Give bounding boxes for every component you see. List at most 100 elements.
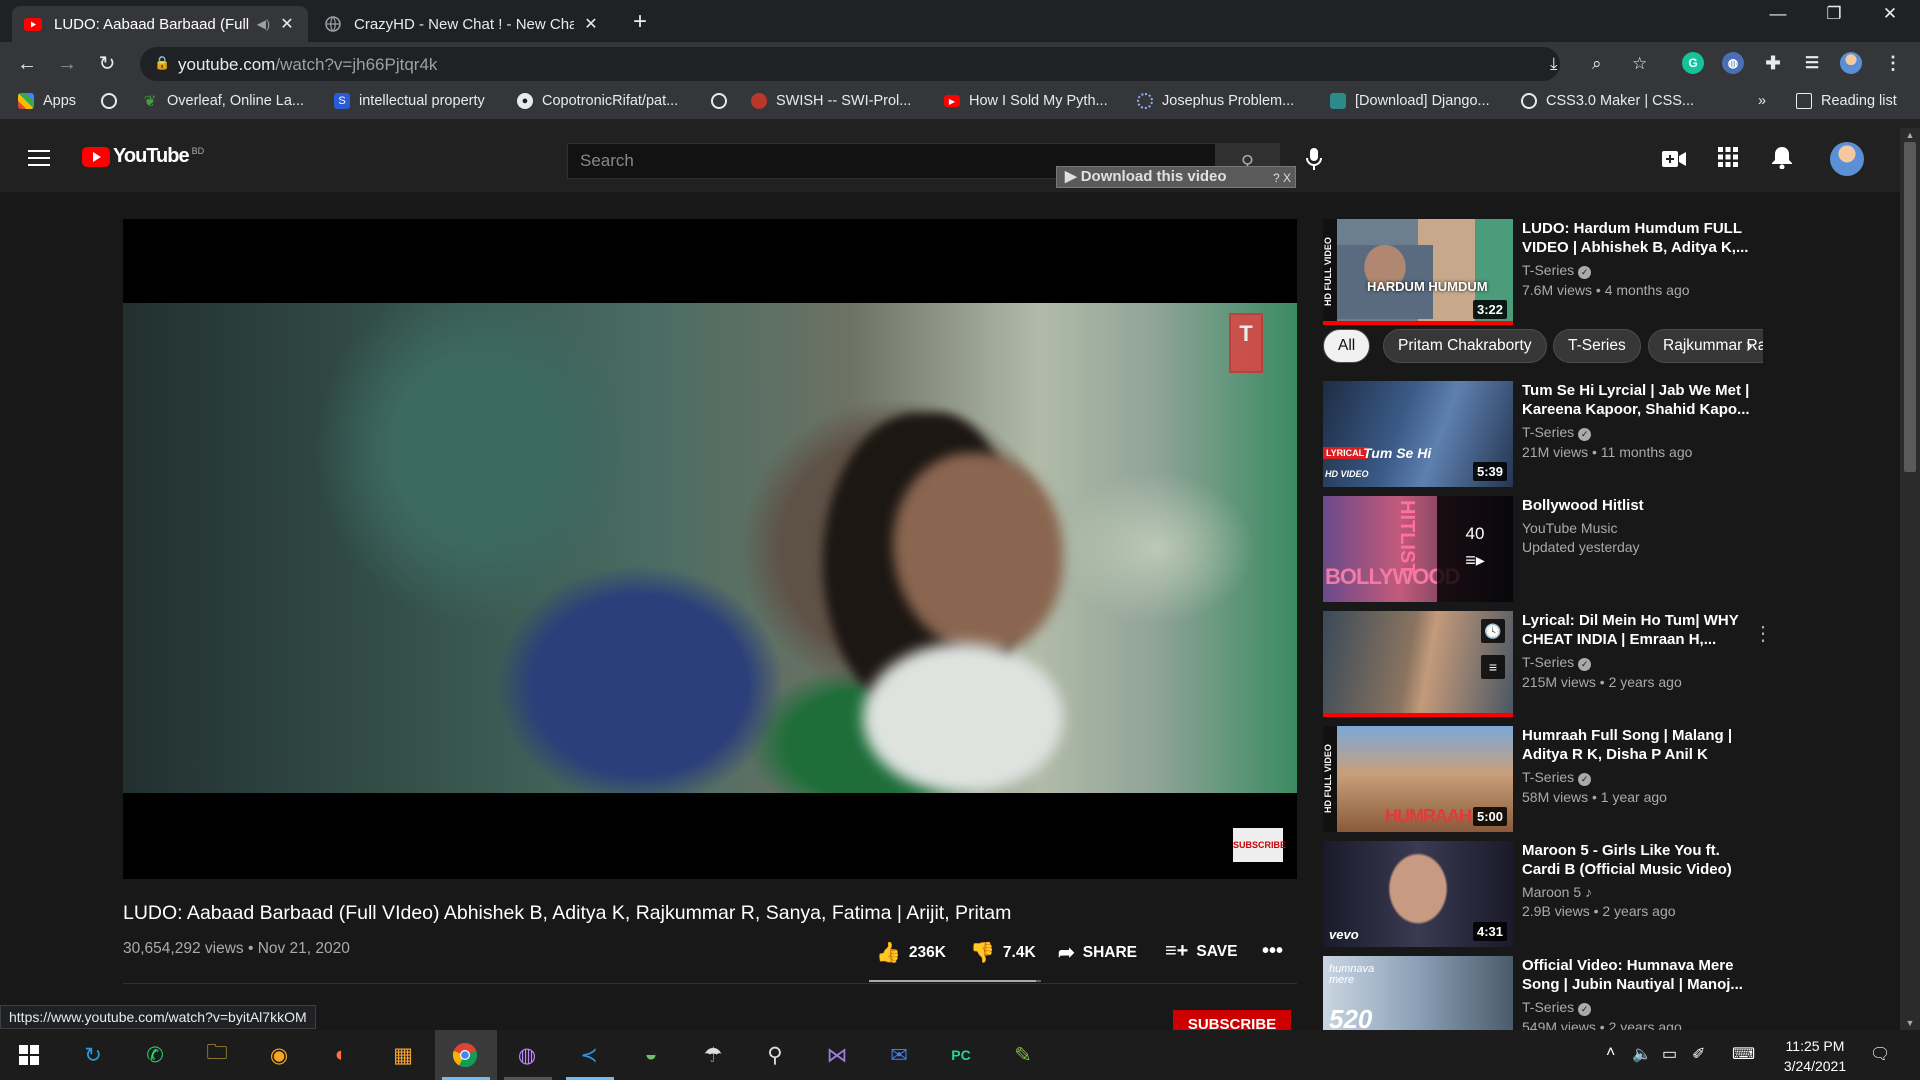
bookmark-star-icon[interactable]: ☆: [1632, 54, 1647, 74]
bookmark-josephus[interactable]: Josephus Problem...: [1137, 93, 1294, 109]
bookmark-swish[interactable]: SWISH -- SWI-Prol...: [751, 93, 911, 109]
video-frame[interactable]: T: [123, 303, 1297, 793]
install-icon[interactable]: ⤓: [1550, 54, 1558, 74]
chip-t-series[interactable]: T-Series: [1553, 329, 1641, 363]
share-button[interactable]: ➦ SHARE: [1058, 940, 1137, 965]
page-scrollbar[interactable]: ▲ ▼: [1900, 128, 1920, 1030]
chip-pritam-chakraborty[interactable]: Pritam Chakraborty: [1383, 329, 1547, 363]
bookmark-globe-2[interactable]: [711, 93, 736, 109]
channel-name[interactable]: YouTube Music: [1522, 520, 1752, 536]
channel-name[interactable]: T-Series ✓: [1522, 769, 1752, 786]
recommendation-title[interactable]: Bollywood Hitlist: [1522, 496, 1752, 515]
tab-youtube[interactable]: LUDO: Aabaad Barbaad (Full ◀) ✕: [12, 6, 308, 42]
recommendation-item[interactable]: LYRICAL Tum Se Hi HD VIDEO 5:39 Tum Se H…: [1323, 381, 1763, 487]
profile-avatar-icon[interactable]: [1840, 52, 1862, 74]
firefox-icon[interactable]: ◐: [324, 1038, 358, 1072]
bookmark-apps[interactable]: Apps: [18, 93, 76, 109]
notification-center-icon[interactable]: 🗨: [1870, 1044, 1890, 1064]
scrollbar-thumb[interactable]: [1904, 142, 1916, 472]
system-clock[interactable]: 11:25 PM 3/24/2021: [1770, 1036, 1860, 1076]
recommendation-title[interactable]: LUDO: Hardum Humdum FULL VIDEO | Abhishe…: [1522, 219, 1752, 257]
network-icon[interactable]: ▭: [1662, 1044, 1677, 1064]
address-bar[interactable]: 🔒 youtube.com/watch?v=jh66Pjtqr4k ⤓ ⌕ ☆: [140, 47, 1647, 81]
pycharm-icon[interactable]: PC: [944, 1038, 978, 1072]
volume-icon[interactable]: 🔈: [1632, 1044, 1652, 1064]
notepad-icon[interactable]: ✎: [1006, 1038, 1040, 1072]
maps-app-icon[interactable]: ◒: [634, 1038, 668, 1072]
channel-name[interactable]: Maroon 5 ♪: [1522, 884, 1752, 900]
chip-all[interactable]: All: [1323, 329, 1371, 363]
bookmark-overleaf[interactable]: ❦ Overleaf, Online La...: [142, 93, 304, 110]
recommendation-item[interactable]: HD FULL VIDEO HUMRAAH 5:00 Humraah Full …: [1323, 726, 1763, 832]
recommendation-title[interactable]: Lyrical: Dil Mein Ho Tum| WHY CHEAT INDI…: [1522, 611, 1752, 649]
bookmark-github[interactable]: ● CopotronicRifat/pat...: [517, 93, 678, 109]
recommendation-item[interactable]: HD FULL VIDEO HARDUM HUMDUM 3:22 LUDO: H…: [1323, 219, 1763, 325]
url-text[interactable]: youtube.com/watch?v=jh66Pjtqr4k: [178, 55, 437, 75]
minimize-icon[interactable]: —: [1758, 4, 1798, 24]
recommendation-item[interactable]: vevo 4:31 Maroon 5 - Girls Like You ft. …: [1323, 841, 1763, 947]
restore-icon[interactable]: ❐: [1814, 4, 1854, 24]
chrome-icon[interactable]: [448, 1038, 482, 1072]
video-thumbnail[interactable]: HD FULL VIDEO HARDUM HUMDUM 3:22: [1323, 219, 1513, 325]
channel-name[interactable]: T-Series ✓: [1522, 654, 1752, 671]
bookmark-intellectual-property[interactable]: S intellectual property: [334, 93, 485, 109]
watch-later-icon[interactable]: 🕓: [1481, 619, 1505, 643]
github-desktop-icon[interactable]: ◍: [510, 1038, 544, 1072]
recommendation-title[interactable]: Official Video: Humnava Mere Song | Jubi…: [1522, 956, 1752, 994]
extension-icon[interactable]: ◍: [1722, 52, 1744, 74]
chevron-right-icon[interactable]: ›: [1746, 335, 1753, 358]
satellite-app-icon[interactable]: ⚲: [758, 1038, 792, 1072]
youtube-logo[interactable]: YouTube BD: [82, 145, 204, 168]
download-video-banner[interactable]: ▶ Download this video ? X: [1056, 166, 1296, 188]
add-to-queue-icon[interactable]: ≡: [1481, 655, 1505, 679]
channel-name[interactable]: T-Series ✓: [1522, 999, 1752, 1016]
apps-icon[interactable]: [1715, 147, 1741, 173]
lock-icon[interactable]: 🔒: [154, 55, 170, 71]
bookmark-youtube[interactable]: ▶ How I Sold My Pyth...: [944, 93, 1108, 109]
photo-app-icon[interactable]: ▦: [386, 1038, 420, 1072]
video-thumbnail[interactable]: LYRICAL Tum Se Hi HD VIDEO 5:39: [1323, 381, 1513, 487]
menu-icon[interactable]: [28, 150, 50, 171]
tab-audio-icon[interactable]: ◀): [257, 17, 270, 31]
reading-list-button[interactable]: Reading list: [1796, 93, 1897, 109]
video-thumbnail[interactable]: vevo 4:31: [1323, 841, 1513, 947]
forward-icon[interactable]: →: [53, 50, 81, 78]
subscribe-watermark-button[interactable]: SUBSCRIBE: [1233, 828, 1286, 862]
keyboard-icon[interactable]: ⌨: [1732, 1044, 1755, 1064]
recommendation-item[interactable]: 🕓 ≡ Lyrical: Dil Mein Ho Tum| WHY CHEAT …: [1323, 611, 1773, 717]
messenger-icon[interactable]: ✉: [882, 1038, 916, 1072]
close-window-icon[interactable]: ✕: [1870, 4, 1910, 24]
new-tab-button[interactable]: +: [625, 8, 655, 36]
extensions-puzzle-icon[interactable]: ✚: [1762, 52, 1784, 74]
user-avatar[interactable]: [1830, 142, 1864, 176]
subscribe-button[interactable]: SUBSCRIBE: [1173, 1010, 1291, 1032]
tab-close-icon[interactable]: ✕: [582, 14, 600, 34]
app-icon[interactable]: ☂: [696, 1038, 730, 1072]
reload-icon[interactable]: ↻: [93, 50, 121, 78]
video-player[interactable]: T SUBSCRIBE: [123, 219, 1297, 879]
scroll-down-icon[interactable]: ▼: [1900, 1018, 1920, 1028]
media-control-icon[interactable]: ☰: [1801, 52, 1823, 74]
create-video-icon[interactable]: [1661, 147, 1687, 173]
grammarly-extension-icon[interactable]: G: [1682, 52, 1704, 74]
recommendation-item[interactable]: BOLLYWOOD HITLIST 40 ≡▸ Bollywood Hitlis…: [1323, 496, 1763, 602]
whatsapp-icon[interactable]: ✆: [138, 1038, 172, 1072]
bookmark-css3-maker[interactable]: CSS3.0 Maker | CSS...: [1521, 93, 1694, 109]
visual-studio-icon[interactable]: ⋈: [820, 1038, 854, 1072]
refresh-app-icon[interactable]: ↻: [76, 1038, 110, 1072]
channel-name[interactable]: T-Series ✓: [1522, 424, 1752, 441]
tray-expand-icon[interactable]: ˄: [1606, 1044, 1615, 1062]
like-button[interactable]: 👍 236K: [876, 940, 946, 965]
channel-name[interactable]: T-Series ✓: [1522, 262, 1752, 279]
chrome-menu-icon[interactable]: ⋮: [1882, 52, 1904, 74]
bookmark-globe[interactable]: [101, 93, 126, 109]
microphone-icon[interactable]: [1306, 148, 1322, 176]
video-thumbnail[interactable]: humnava mere 520: [1323, 956, 1513, 1030]
file-explorer-icon[interactable]: 🗀: [200, 1038, 234, 1072]
playlist-thumbnail[interactable]: BOLLYWOOD HITLIST 40 ≡▸: [1323, 496, 1513, 602]
video-thumbnail[interactable]: HD FULL VIDEO HUMRAAH 5:00: [1323, 726, 1513, 832]
vscode-icon[interactable]: ≺: [572, 1038, 606, 1072]
recommendation-item[interactable]: humnava mere 520 Official Video: Humnava…: [1323, 956, 1763, 1030]
tab-crazyhd[interactable]: CrazyHD - New Chat ! - New Cha ✕: [312, 6, 612, 42]
tab-close-icon[interactable]: ✕: [278, 14, 296, 34]
